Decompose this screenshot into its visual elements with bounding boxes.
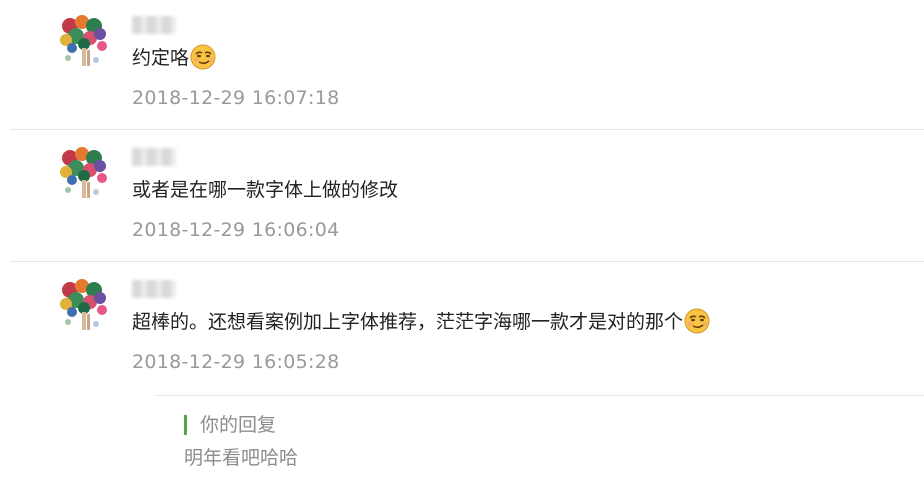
author-reply: 你的回复 明年看吧哈哈	[156, 395, 924, 488]
comment-item: 超棒的。还想看案例加上字体推荐，茫茫字海哪一款才是对的那个 2018-12-29…	[0, 264, 924, 395]
comment-text: 约定咯	[132, 44, 216, 72]
reply-accent-bar	[184, 415, 187, 435]
comment-text: 超棒的。还想看案例加上字体推荐，茫茫字海哪一款才是对的那个	[132, 308, 710, 336]
avatar[interactable]	[56, 276, 112, 336]
avatar[interactable]	[56, 144, 112, 204]
divider	[10, 129, 924, 130]
reply-divider	[156, 395, 924, 396]
comment-timestamp: 2018-12-29 16:06:04	[132, 219, 340, 241]
smirk-emoji-icon	[190, 44, 216, 70]
comment-item: 约定咯 2018-12-29 16:07:18	[0, 0, 924, 131]
reply-label: 你的回复	[200, 414, 277, 436]
username-blurred	[132, 148, 176, 166]
avatar[interactable]	[56, 12, 112, 72]
divider	[10, 261, 924, 262]
username-blurred	[132, 280, 176, 298]
smirk-emoji-icon	[684, 308, 710, 334]
username-blurred	[132, 16, 176, 34]
reply-text: 明年看吧哈哈	[184, 447, 299, 469]
comment-timestamp: 2018-12-29 16:07:18	[132, 87, 340, 109]
comment-text: 或者是在哪一款字体上做的修改	[132, 179, 399, 201]
comment-timestamp: 2018-12-29 16:05:28	[132, 351, 340, 373]
comment-item: 或者是在哪一款字体上做的修改 2018-12-29 16:06:04	[0, 132, 924, 263]
